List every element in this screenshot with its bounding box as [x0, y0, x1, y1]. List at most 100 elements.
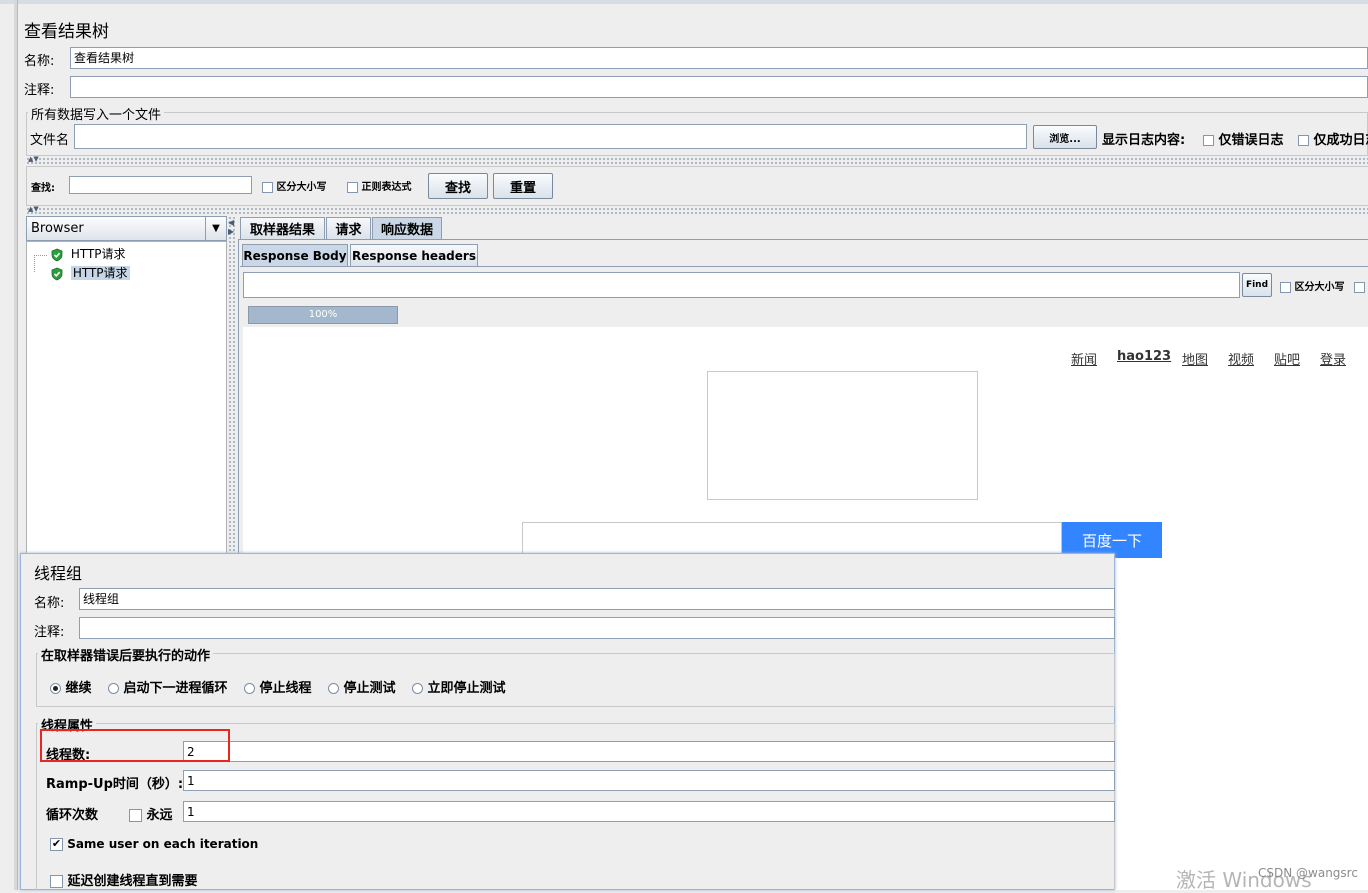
- filename-label: 文件名: [30, 133, 70, 148]
- errors-only-option[interactable]: 仅错误日志: [1203, 129, 1284, 148]
- radio-continue[interactable]: [50, 683, 61, 694]
- radio-stop-test[interactable]: [328, 683, 339, 694]
- find-button[interactable]: 查找: [428, 173, 488, 199]
- chevron-down-icon[interactable]: ▼: [205, 217, 226, 240]
- splitter-1[interactable]: [26, 157, 1368, 164]
- highlight-box: [40, 729, 230, 762]
- filename-field[interactable]: [74, 124, 1027, 149]
- action-stop-test-now[interactable]: 立即停止测试: [412, 677, 506, 696]
- file-group-title: 所有数据写入一个文件: [28, 104, 165, 123]
- response-case-option[interactable]: 区分大小写: [1280, 278, 1368, 293]
- splitter-2[interactable]: [26, 207, 1368, 214]
- threads-field[interactable]: 2: [183, 741, 1115, 762]
- tree-item-label: HTTP请求: [70, 266, 130, 280]
- name-label: 名称:: [24, 54, 55, 69]
- radio-stop-test-now[interactable]: [412, 683, 423, 694]
- loop-field[interactable]: 1: [183, 801, 1115, 822]
- rampup-field[interactable]: 1: [183, 770, 1115, 791]
- baidu-link-login[interactable]: 登录: [1320, 349, 1346, 368]
- loop-label: 循环次数: [46, 808, 99, 823]
- response-case-label: 区分大小写: [1294, 282, 1345, 293]
- response-case-checkbox[interactable]: [1280, 281, 1291, 293]
- renderer-value: Browser: [31, 221, 84, 236]
- action-next-loop-label: 启动下一进程循环: [123, 681, 228, 696]
- response-search-input[interactable]: [243, 272, 1240, 298]
- csdn-watermark: CSDN @wangsrc: [1258, 866, 1358, 880]
- radio-next-loop[interactable]: [108, 683, 119, 694]
- case-sensitive-option[interactable]: 区分大小写: [262, 178, 326, 193]
- action-stop-test-now-label: 立即停止测试: [427, 681, 506, 696]
- delay-create-label: 延迟创建线程直到需要: [67, 874, 198, 889]
- action-stop-test-label: 停止测试: [343, 681, 396, 696]
- tab-sampler-result[interactable]: 取样器结果: [240, 217, 325, 239]
- name-field[interactable]: 查看结果树: [70, 47, 1368, 69]
- delay-create-option[interactable]: 延迟创建线程直到需要: [50, 870, 198, 889]
- tab-request[interactable]: 请求: [326, 217, 371, 239]
- regex-option[interactable]: 正则表达式: [347, 178, 411, 193]
- tg-comment-field[interactable]: [79, 617, 1115, 639]
- tg-comment-label: 注释:: [34, 625, 65, 640]
- left-divider: [14, 0, 18, 890]
- success-only-label: 仅成功日志: [1313, 133, 1368, 148]
- tab-response-body[interactable]: Response Body: [242, 244, 348, 266]
- response-find-button[interactable]: Find: [1242, 273, 1272, 297]
- regex-label: 正则表达式: [361, 182, 412, 193]
- action-stop-test[interactable]: 停止测试: [328, 677, 396, 696]
- baidu-link-map[interactable]: 地图: [1182, 349, 1208, 368]
- splitter-arrows-1[interactable]: ▲▼: [28, 155, 39, 163]
- action-stop-thread[interactable]: 停止线程: [244, 677, 312, 696]
- log-display-label: 显示日志内容:: [1102, 133, 1186, 148]
- progress-bar: 100%: [248, 306, 398, 324]
- splitter-arrow-left-icon[interactable]: ◀ ▶: [228, 218, 234, 236]
- forever-option[interactable]: 永远: [129, 804, 173, 823]
- forever-label: 永远: [146, 808, 173, 823]
- same-user-option[interactable]: ✔ Same user on each iteration: [50, 837, 258, 851]
- errors-only-label: 仅错误日志: [1218, 133, 1284, 148]
- baidu-link-news[interactable]: 新闻: [1071, 349, 1097, 368]
- success-only-checkbox[interactable]: [1298, 135, 1309, 146]
- action-continue-label: 继续: [65, 681, 92, 696]
- action-next-loop[interactable]: 启动下一进程循环: [108, 677, 228, 696]
- case-sensitive-checkbox[interactable]: [262, 181, 273, 193]
- search-label: 查找:: [31, 183, 55, 194]
- top-toolbar-strip: [0, 0, 1368, 4]
- same-user-checkbox[interactable]: ✔: [50, 838, 63, 851]
- errors-only-checkbox[interactable]: [1203, 135, 1214, 146]
- baidu-link-video[interactable]: 视频: [1228, 349, 1254, 368]
- search-input[interactable]: [69, 176, 252, 194]
- comment-field[interactable]: [70, 76, 1368, 98]
- rampup-label: Ramp-Up时间（秒）:: [46, 777, 184, 792]
- baidu-link-tieba[interactable]: 贴吧: [1274, 349, 1300, 368]
- case-sensitive-label: 区分大小写: [276, 182, 327, 193]
- error-action-title: 在取样器错误后要执行的动作: [38, 645, 214, 664]
- response-regex-checkbox[interactable]: [1353, 281, 1365, 293]
- browse-button[interactable]: 浏览...: [1033, 125, 1097, 149]
- comment-label: 注释:: [24, 83, 55, 98]
- thread-group-title: 线程组: [34, 564, 83, 583]
- baidu-link-hao123[interactable]: hao123: [1117, 349, 1171, 364]
- tab-response-headers[interactable]: Response headers: [350, 244, 478, 266]
- vertical-splitter[interactable]: [228, 216, 237, 561]
- splitter-arrows-2[interactable]: ▲▼: [28, 205, 39, 213]
- progress-text: 100%: [308, 309, 338, 320]
- forever-checkbox[interactable]: [129, 809, 142, 822]
- delay-create-checkbox[interactable]: [50, 875, 63, 888]
- tree-item-1[interactable]: HTTP请求: [50, 245, 126, 262]
- regex-checkbox[interactable]: [347, 181, 358, 193]
- action-continue[interactable]: 继续: [50, 677, 92, 696]
- tree-connector: [34, 255, 47, 272]
- same-user-label: Same user on each iteration: [67, 837, 259, 851]
- renderer-select[interactable]: Browser ▼: [26, 216, 227, 241]
- baidu-logo-placeholder: [707, 371, 978, 500]
- tree-item-label: HTTP请求: [70, 247, 126, 261]
- success-only-option[interactable]: 仅成功日志: [1298, 129, 1368, 148]
- success-shield-icon: [51, 267, 63, 280]
- result-tree: [26, 241, 227, 561]
- tree-item-2-selected[interactable]: HTTP请求: [50, 264, 130, 281]
- action-stop-thread-label: 停止线程: [259, 681, 312, 696]
- tab-response-data[interactable]: 响应数据: [372, 217, 442, 239]
- reset-button[interactable]: 重置: [493, 173, 553, 199]
- success-shield-icon: [51, 248, 63, 261]
- tg-name-field[interactable]: 线程组: [79, 588, 1115, 610]
- radio-stop-thread[interactable]: [244, 683, 255, 694]
